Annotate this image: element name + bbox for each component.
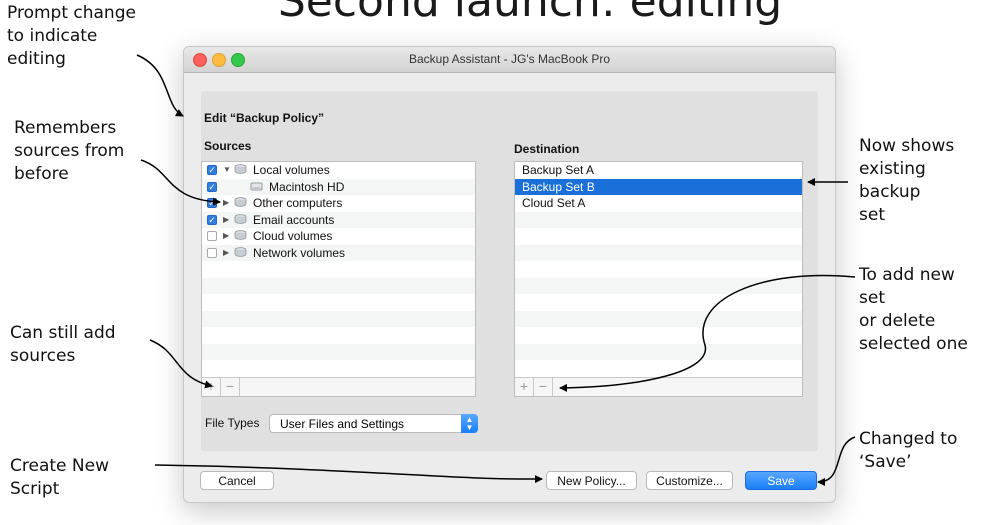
arrow-create-new-script xyxy=(154,464,543,484)
arrow-remembers-sources xyxy=(140,159,221,206)
arrow-changed-to-save xyxy=(817,436,856,486)
arrow-add-or-delete xyxy=(559,274,856,392)
arrow-can-add-sources xyxy=(149,339,213,389)
annotation-arrows xyxy=(136,54,856,486)
arrow-prompt-change xyxy=(136,54,184,117)
